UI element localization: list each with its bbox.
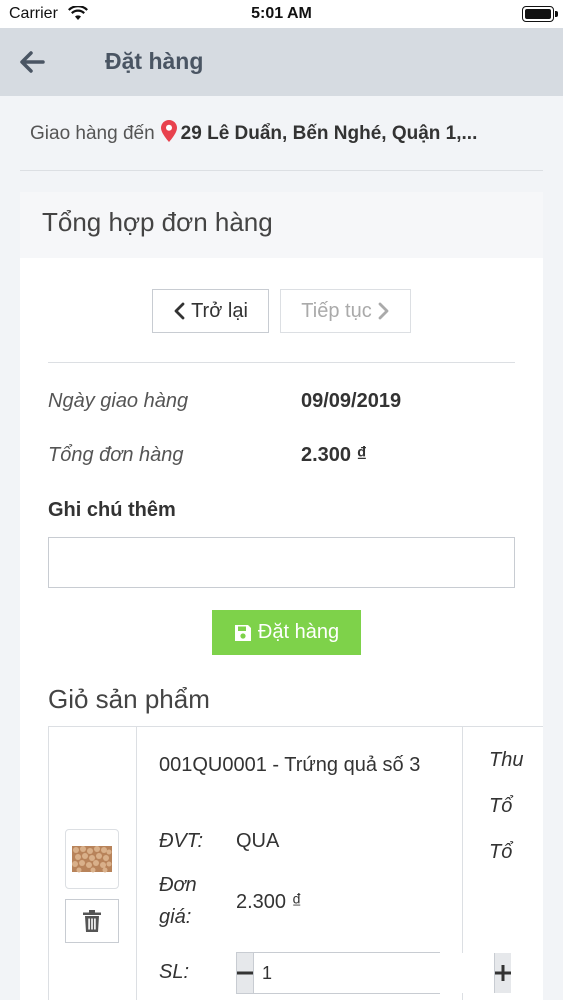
chevron-left-icon — [174, 302, 185, 320]
delivery-date-value: 09/09/2019 — [301, 390, 402, 412]
cart-title: Giỏ sản phẩm — [48, 684, 210, 714]
quantity-label: SL: — [159, 961, 190, 983]
status-bar: Carrier 5:01 AM — [0, 0, 563, 28]
delete-button[interactable] — [65, 899, 119, 943]
side-label-2: Tổ — [489, 795, 513, 817]
trash-icon — [83, 910, 101, 932]
delivery-date-label: Ngày giao hàng — [48, 390, 189, 412]
card-header: Tổng hợp đơn hàng — [20, 192, 543, 258]
order-summary-card: Tổng hợp đơn hàng Trở lại Tiếp tục Ngày … — [20, 192, 543, 1000]
next-button-label: Tiếp tục — [301, 299, 372, 322]
side-label-3: Tổ — [489, 841, 513, 863]
back-button[interactable]: Trở lại — [152, 289, 269, 333]
chevron-right-icon — [378, 302, 389, 320]
product-thumbnail[interactable] — [65, 829, 119, 889]
unit-label: ĐVT: — [159, 830, 204, 852]
navigation-bar: Đặt hàng — [0, 28, 563, 96]
column-divider — [136, 727, 137, 1000]
price-label-line1: Đơn — [159, 874, 197, 896]
place-order-label: Đặt hàng — [257, 621, 340, 643]
location-pin-icon — [160, 120, 177, 148]
price-label-line2: giá: — [159, 906, 192, 928]
minus-icon — [237, 971, 253, 975]
note-label: Ghi chú thêm — [48, 499, 176, 521]
divider — [20, 170, 543, 171]
side-label-1: Thu — [489, 749, 524, 771]
plus-icon — [495, 965, 511, 981]
delivery-address[interactable]: Giao hàng đến 29 Lê Duẩn, Bến Nghé, Quận … — [30, 120, 550, 148]
unit-value: QUA — [236, 830, 280, 852]
address-value: 29 Lê Duẩn, Bến Nghé, Quận 1,... — [180, 123, 478, 144]
price-value: 2.300 ₫ — [236, 891, 302, 913]
page-title: Đặt hàng — [105, 48, 204, 74]
card-title: Tổng hợp đơn hàng — [42, 207, 273, 237]
clock: 5:01 AM — [251, 5, 312, 22]
place-order-button[interactable]: Đặt hàng — [212, 610, 361, 655]
cart-table: 001QU0001 - Trứng quả số 3 ĐVT: QUA Đơn … — [48, 726, 543, 1000]
divider — [48, 362, 515, 363]
increment-button[interactable] — [495, 953, 511, 993]
product-name: 001QU0001 - Trứng quả số 3 — [159, 754, 421, 776]
save-icon — [234, 624, 251, 641]
next-button[interactable]: Tiếp tục — [280, 289, 411, 333]
back-arrow-icon[interactable] — [18, 48, 46, 76]
decrement-button[interactable] — [237, 953, 253, 993]
order-total-label: Tổng đơn hàng — [48, 444, 184, 466]
quantity-stepper — [236, 952, 511, 994]
back-button-label: Trở lại — [191, 299, 248, 322]
battery-icon — [522, 6, 558, 22]
quantity-input[interactable] — [253, 953, 495, 993]
note-input[interactable] — [48, 537, 515, 588]
order-total-value: 2.300 ₫ — [301, 444, 367, 466]
address-label: Giao hàng đến — [30, 123, 155, 144]
